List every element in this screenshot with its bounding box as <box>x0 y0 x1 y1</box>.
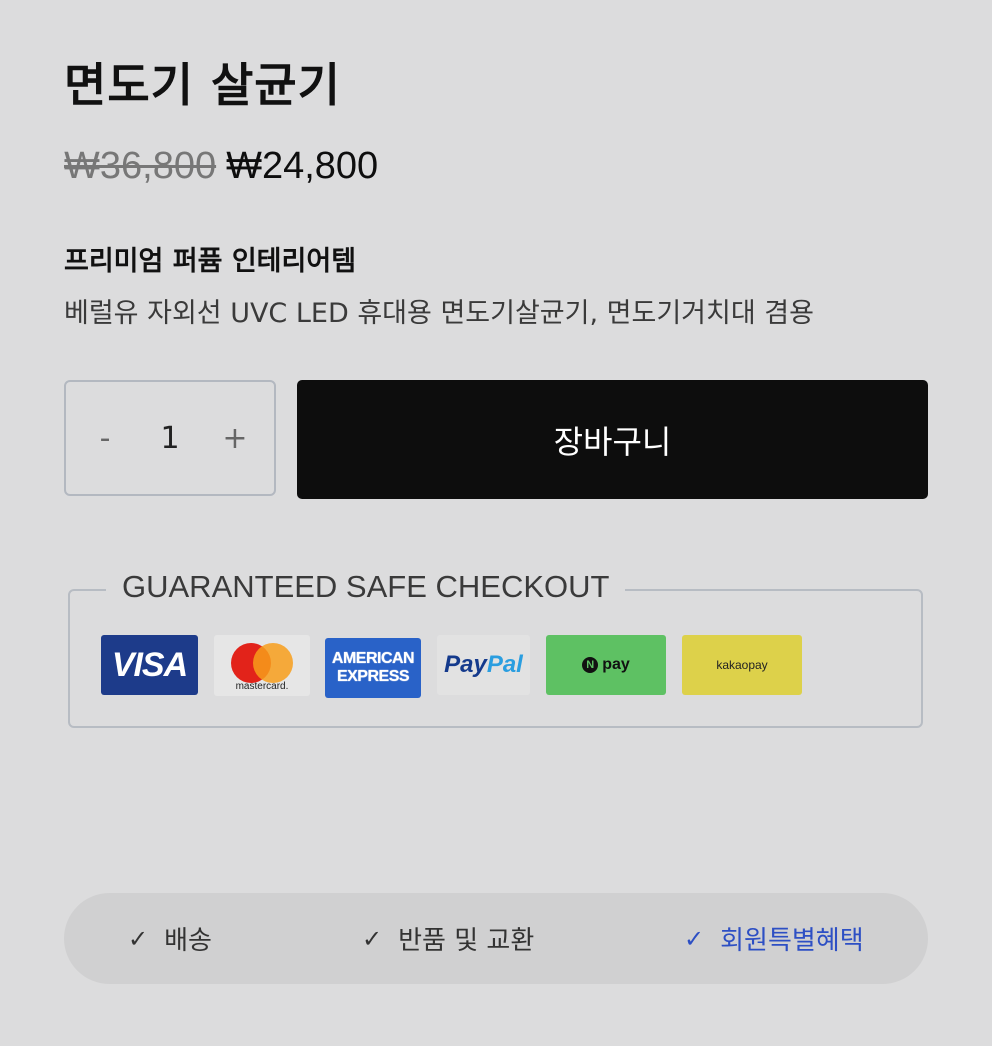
product-description: 베럴유 자외선 UVC LED 휴대용 면도기살균기, 면도기거치대 겸용 <box>64 298 814 329</box>
paypal-icon: Pay Pal <box>437 635 530 695</box>
info-tabs: ✓ 배송 ✓ 반품 및 교환 ✓ 회원특별혜택 <box>64 893 928 984</box>
tab-shipping[interactable]: ✓ 배송 <box>128 893 212 984</box>
paypal-pal-text: Pal <box>486 651 523 678</box>
quantity-stepper: - 1 + <box>64 380 276 496</box>
npay-icon: Npay <box>546 635 666 695</box>
product-title: 면도기 살균기 <box>64 58 341 112</box>
amex-icon: AMERICAN EXPRESS <box>325 638 421 698</box>
check-icon: ✓ <box>362 924 383 953</box>
visa-icon: VISA <box>101 635 198 695</box>
npay-label: pay <box>602 656 630 673</box>
add-to-cart-button[interactable]: 장바구니 <box>297 380 928 499</box>
npay-n-badge: N <box>582 657 599 673</box>
increment-button[interactable]: + <box>220 421 250 456</box>
check-icon: ✓ <box>684 924 705 953</box>
amex-line1: AMERICAN <box>331 650 415 667</box>
amex-line2: EXPRESS <box>336 668 410 685</box>
tab-shipping-label: 배송 <box>164 926 212 956</box>
tab-member-label: 회원특별혜택 <box>720 926 864 956</box>
kakaopay-icon: kakaopay <box>682 635 802 695</box>
mastercard-icon: mastercard. <box>214 635 310 696</box>
mastercard-orange-circle <box>253 643 293 683</box>
quantity-value[interactable]: 1 <box>160 421 179 456</box>
price-row: ₩36,800 ₩24,800 <box>64 142 378 190</box>
product-subtitle: 프리미엄 퍼퓸 인테리어템 <box>64 246 357 277</box>
sale-price: ₩24,800 <box>226 145 379 187</box>
safe-checkout-legend: GUARANTEED SAFE CHECKOUT <box>106 567 626 607</box>
mastercard-circles <box>229 643 295 683</box>
tab-member-benefits[interactable]: ✓ 회원특별혜택 <box>684 893 864 984</box>
original-price: ₩36,800 <box>64 145 217 187</box>
paypal-pay-text: Pay <box>444 651 487 678</box>
decrement-button[interactable]: - <box>90 421 120 456</box>
tab-return-exchange[interactable]: ✓ 반품 및 교환 <box>362 893 534 984</box>
tab-return-label: 반품 및 교환 <box>398 926 535 956</box>
check-icon: ✓ <box>128 924 149 953</box>
